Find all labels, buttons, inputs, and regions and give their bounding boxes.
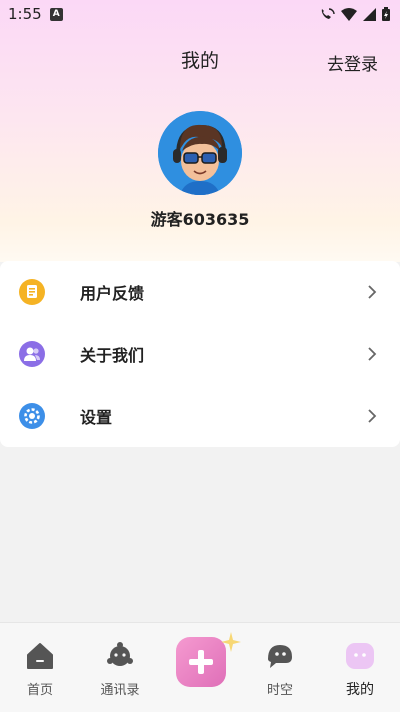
contacts-icon <box>107 642 133 666</box>
signal-icon <box>363 7 376 21</box>
menu-item-settings[interactable]: 设置 <box>0 385 400 447</box>
mine-icon <box>346 643 374 669</box>
tab-label: 时空 <box>266 683 293 698</box>
tab-contacts[interactable]: 通讯录 <box>85 623 155 703</box>
tab-spacetime[interactable]: 时空 <box>245 623 315 703</box>
sparkle-icon <box>221 632 241 652</box>
settings-icon <box>19 403 45 429</box>
ghost-icon <box>268 645 292 668</box>
feedback-icon <box>19 279 45 305</box>
wifi-icon <box>341 7 357 21</box>
menu-item-label: 用户反馈 <box>80 284 145 303</box>
chevron-right-icon <box>368 347 377 361</box>
menu-card: 用户反馈 关于我们 设置 <box>0 261 400 447</box>
menu-item-label: 设置 <box>80 408 113 427</box>
status-bar: 1:55 A <box>0 0 400 28</box>
create-post-button[interactable] <box>176 637 226 687</box>
tab-label: 首页 <box>26 683 53 698</box>
tab-label: 通讯录 <box>100 683 140 698</box>
page-header: 我的 去登录 <box>0 40 400 80</box>
home-icon <box>27 643 53 669</box>
status-time: 1:55 <box>8 5 42 23</box>
menu-item-about-us[interactable]: 关于我们 <box>0 323 400 385</box>
battery-icon <box>382 7 390 21</box>
wifi-call-icon <box>321 8 335 19</box>
about-us-icon <box>19 341 45 367</box>
chevron-right-icon <box>368 409 377 423</box>
plus-icon <box>189 650 213 674</box>
bottom-nav: 首页 通讯录 时空 我的 <box>0 622 400 712</box>
menu-item-feedback[interactable]: 用户反馈 <box>0 261 400 323</box>
login-button[interactable]: 去登录 <box>327 50 378 75</box>
avatar[interactable] <box>158 111 242 195</box>
notification-badge-icon: A <box>49 7 63 21</box>
chevron-right-icon <box>368 285 377 299</box>
tab-mine[interactable]: 我的 <box>325 623 395 703</box>
tab-home[interactable]: 首页 <box>5 623 75 703</box>
username: 游客603635 <box>150 210 250 229</box>
menu-item-label: 关于我们 <box>80 346 145 365</box>
tab-label: 我的 <box>346 682 374 698</box>
